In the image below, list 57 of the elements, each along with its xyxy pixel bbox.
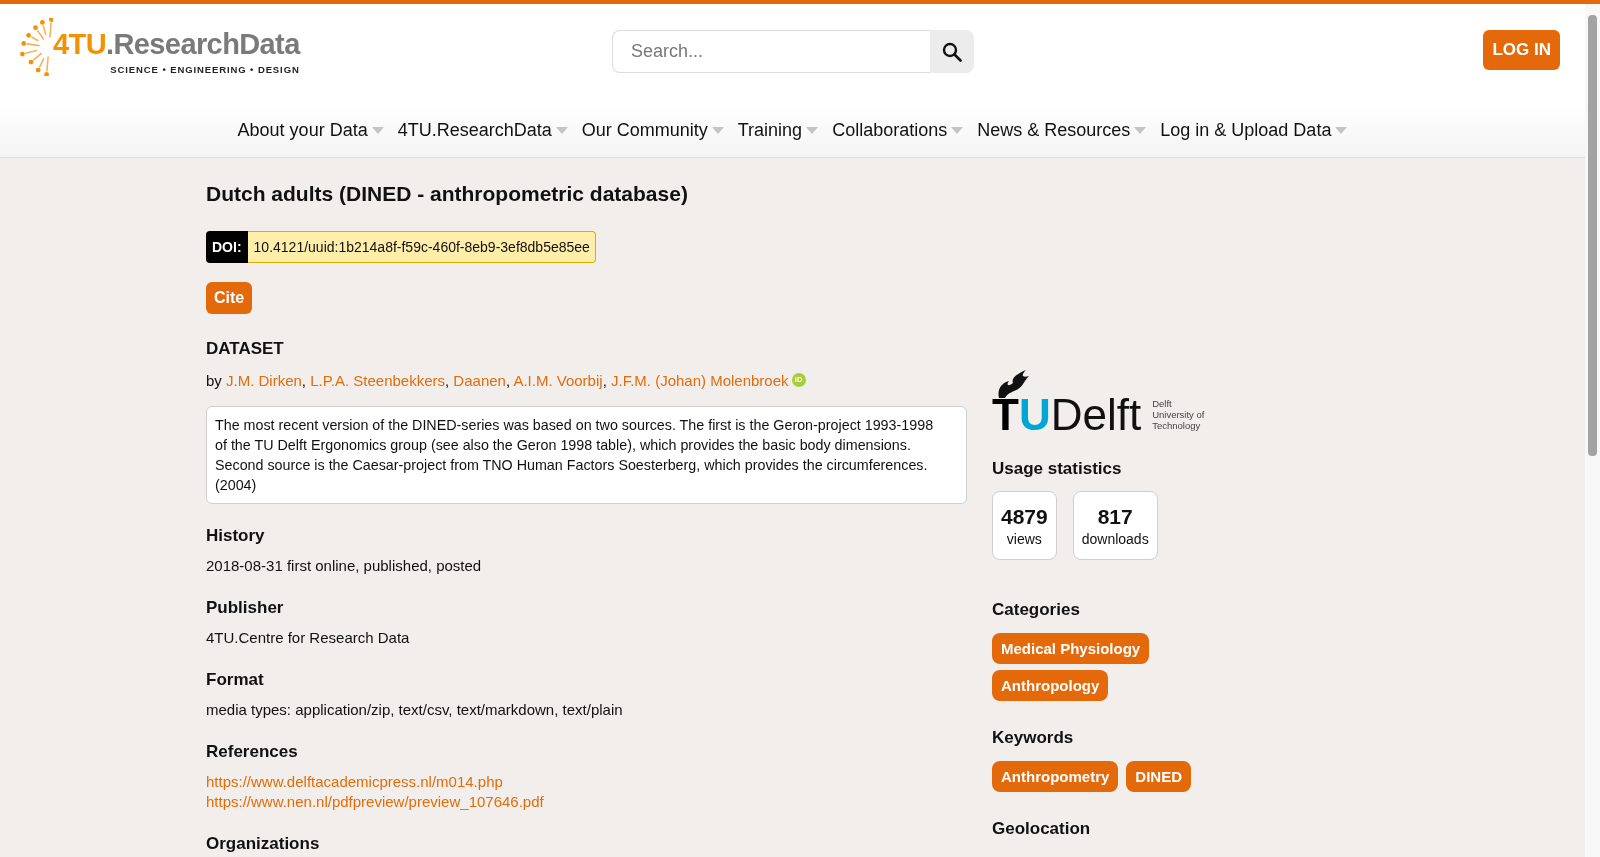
- tag-link[interactable]: Anthropometry: [992, 761, 1119, 792]
- reference-link[interactable]: https://www.delftacademicpress.nl/m014.php: [206, 772, 503, 792]
- caret-down-icon: [555, 127, 568, 134]
- search-field[interactable]: Search...: [612, 30, 930, 73]
- section-heading: Format: [206, 670, 265, 690]
- sidebar-heading: Geolocation: [992, 818, 1092, 840]
- login-button[interactable]: LOG IN: [1483, 30, 1560, 70]
- stat-value: 817: [1097, 503, 1133, 530]
- description-box: The most recent version of the DINED-series was based on two sources. The first is the Geron-project 1993-1998 of the TU Delft Ergonomics group (see also the Geron 1998 table), which provides the basic body dimensions. Second source is the Caesar-project from TNO Human Factors Soesterberg, which provides the circumferences. (2004): [206, 406, 967, 504]
- search-button[interactable]: [930, 30, 974, 73]
- caret-down-icon: [371, 127, 384, 134]
- author-link[interactable]: J.M. Dirken: [226, 372, 302, 389]
- reference-link[interactable]: https://www.nen.nl/pdfpreview/preview_107646.pdf: [206, 792, 544, 812]
- tag-link[interactable]: Medical Physiology: [992, 633, 1150, 664]
- nav-menu-item[interactable]: Training: [737, 120, 819, 141]
- stat-label: downloads: [1081, 529, 1149, 548]
- author-link[interactable]: L.P.A. Steenbekkers: [310, 372, 445, 389]
- author-link[interactable]: J.F.M. (Johan) Molenbroek: [610, 372, 789, 389]
- stat-value: 4879: [1001, 503, 1048, 530]
- institution-subtitle: Delft University of Technology: [1152, 398, 1205, 431]
- tag-link[interactable]: Anthropology: [992, 670, 1109, 701]
- caret-down-icon: [951, 127, 964, 134]
- sidebar-heading: Keywords: [992, 727, 1075, 749]
- section-heading: Organizations: [206, 834, 321, 854]
- stat-label: views: [1006, 529, 1042, 548]
- section-text: 4TU.Centre for Research Data: [206, 628, 411, 648]
- search-icon: [942, 41, 962, 62]
- section-heading: Publisher: [206, 598, 285, 618]
- nav-menu-item[interactable]: News & Resources: [977, 120, 1147, 141]
- sidebar-heading: Usage statistics: [992, 458, 1123, 480]
- cite-button[interactable]: Cite: [206, 282, 253, 314]
- caret-down-icon: [1134, 127, 1147, 134]
- nav-menu-item[interactable]: About your Data: [237, 120, 384, 141]
- section-heading: History: [206, 526, 266, 546]
- doi-label: DOI:: [206, 231, 248, 263]
- doi-value: 10.4121/uuid:1b214a8f-f59c-460f-8eb9-3ef8db5e85ee: [247, 231, 596, 263]
- caret-down-icon: [1335, 127, 1348, 134]
- nav-menu-item[interactable]: Collaborations: [832, 120, 964, 141]
- scrollbar-thumb[interactable]: [1588, 15, 1597, 456]
- nav-menu-item[interactable]: Our Community: [581, 120, 724, 141]
- author-link[interactable]: A.I.M. Voorbij: [513, 372, 603, 389]
- institution-wordmark: TUDelft: [992, 398, 1142, 432]
- section-text: media types: application/zip, text/csv, text/markdown, text/plain: [206, 700, 624, 720]
- section-heading: References: [206, 742, 299, 762]
- flame-icon: [996, 370, 1030, 398]
- tag-link[interactable]: DINED: [1126, 761, 1191, 792]
- section-text: 2018-08-31 first online, published, posted: [206, 556, 483, 576]
- sidebar-heading: Categories: [992, 599, 1081, 621]
- site-tagline: SCIENCE • ENGINEERING • DESIGN: [110, 64, 300, 76]
- nav-menu-item[interactable]: Log in & Upload Data: [1160, 120, 1348, 141]
- nav-menu-item[interactable]: 4TU.ResearchData: [397, 120, 568, 141]
- caret-down-icon: [711, 127, 724, 134]
- site-wordmark[interactable]: 4TU.ResearchData: [53, 28, 300, 60]
- author-link[interactable]: Daanen: [453, 372, 506, 389]
- dataset-type-heading: DATASET: [206, 338, 285, 360]
- caret-down-icon: [806, 127, 819, 134]
- dataset-title: Dutch adults (DINED - anthropometric database): [206, 181, 689, 207]
